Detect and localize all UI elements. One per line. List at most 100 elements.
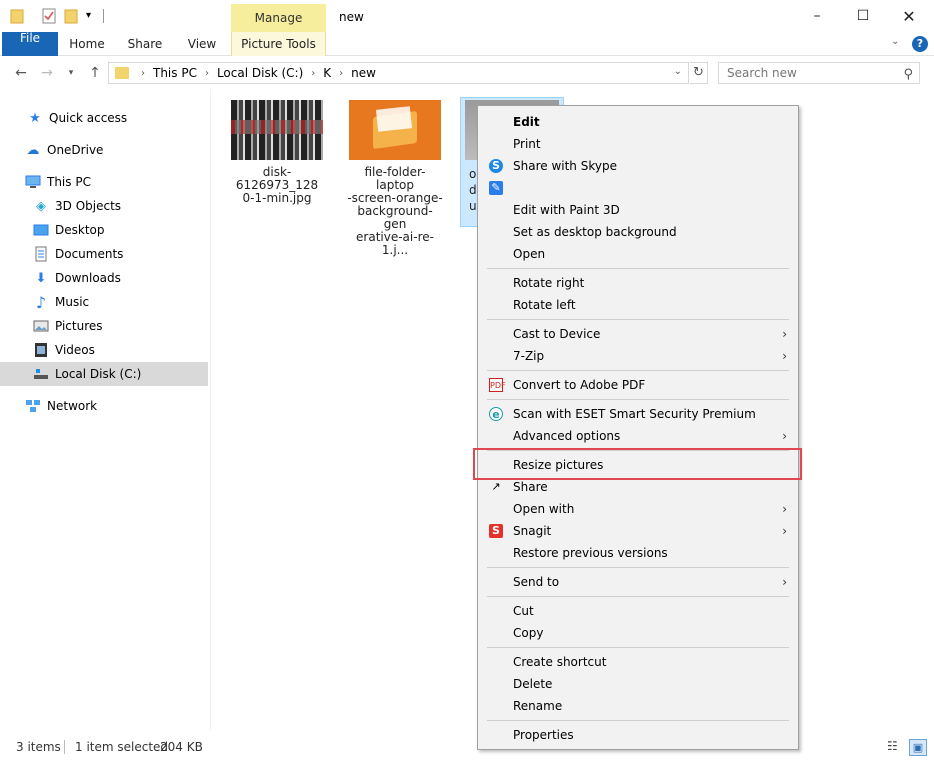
- large-icons-view-icon[interactable]: ▣: [909, 739, 927, 756]
- file-name-line: o: [469, 167, 477, 181]
- menu-item-label: Convert to Adobe PDF: [513, 378, 646, 392]
- pane-divider[interactable]: [210, 90, 211, 730]
- menu-item-label: Advanced options: [513, 429, 621, 443]
- customize-toolbar-icon[interactable]: ▾: [86, 10, 104, 28]
- computer-icon: [25, 174, 41, 190]
- chevron-down-icon[interactable]: ⌄: [891, 36, 899, 47]
- menu-item-cast-to-device[interactable]: Cast to Device ›: [479, 323, 797, 345]
- menu-item-send-to[interactable]: Send to ›: [479, 571, 797, 593]
- tab-home[interactable]: Home: [66, 32, 108, 56]
- breadcrumb-k[interactable]: K: [323, 66, 331, 80]
- title-bar: ▾ Manage new – ☐ ✕: [0, 0, 934, 32]
- menu-item-label: Open with: [513, 502, 575, 516]
- menu-item-create-shortcut[interactable]: Create shortcut: [479, 651, 797, 673]
- menu-item-convert-to-adobe-pdf[interactable]: PDF Convert to Adobe PDF: [479, 374, 797, 396]
- menu-separator: [487, 319, 789, 320]
- sidebar-item-local-disk[interactable]: Local Disk (C:): [0, 362, 208, 386]
- chevron-right-icon: ›: [782, 502, 787, 516]
- properties-icon[interactable]: [42, 8, 60, 26]
- file-item[interactable]: disk-6126973_128 0-1-min.jpg: [229, 100, 325, 205]
- tab-share[interactable]: Share: [124, 32, 166, 56]
- sidebar-item-label: 3D Objects: [55, 199, 122, 213]
- menu-item-scan-with-eset[interactable]: e Scan with ESET Smart Security Premium: [479, 403, 797, 425]
- folder-icon[interactable]: [10, 8, 28, 26]
- highlight-annotation: [473, 448, 802, 480]
- chevron-right-icon: ›: [782, 429, 787, 443]
- forward-arrow-icon[interactable]: →: [38, 63, 56, 83]
- file-name-line: file-folder-laptop: [364, 165, 426, 192]
- breadcrumb-separator: ›: [204, 67, 209, 79]
- tab-picture-tools[interactable]: Picture Tools: [231, 32, 326, 56]
- file-thumbnail: [349, 100, 441, 160]
- sidebar-item-videos[interactable]: Videos: [0, 338, 208, 362]
- menu-item-share-with-skype[interactable]: S Share with Skype: [479, 155, 797, 177]
- address-dropdown-icon[interactable]: ⌄: [674, 66, 682, 77]
- navigation-pane: ★ Quick access ☁ OneDrive This PC ◈ 3D O…: [0, 96, 210, 730]
- help-icon[interactable]: ?: [912, 36, 928, 52]
- desktop-icon: [33, 222, 49, 238]
- menu-item-snagit[interactable]: S Snagit ›: [479, 520, 797, 542]
- tab-view[interactable]: View: [182, 32, 222, 56]
- sidebar-item-documents[interactable]: Documents: [0, 242, 208, 266]
- minimize-button[interactable]: –: [794, 0, 840, 32]
- menu-item-properties[interactable]: Properties: [479, 724, 797, 746]
- sidebar-item-desktop[interactable]: Desktop: [0, 218, 208, 242]
- refresh-icon[interactable]: ↻: [690, 62, 708, 84]
- menu-item-copy[interactable]: Copy: [479, 622, 797, 644]
- menu-item-paint3d-icon-only[interactable]: ✎: [479, 177, 797, 199]
- menu-separator: [487, 596, 789, 597]
- selection-size: 204 KB: [160, 740, 203, 754]
- back-arrow-icon[interactable]: ←: [12, 63, 30, 83]
- sidebar-item-music[interactable]: ♪ Music: [0, 290, 208, 314]
- menu-item-label: Scan with ESET Smart Security Premium: [513, 407, 756, 421]
- address-bar[interactable]: › This PC › Local Disk (C:) › K › new ⌄: [108, 62, 689, 84]
- new-folder-icon[interactable]: [64, 8, 82, 26]
- sidebar-item-label: Desktop: [55, 223, 105, 237]
- close-button[interactable]: ✕: [886, 0, 932, 32]
- menu-item-7-zip[interactable]: 7-Zip ›: [479, 345, 797, 367]
- search-input[interactable]: Search new ⚲: [718, 62, 920, 84]
- paint3d-icon: ✎: [489, 181, 503, 195]
- menu-item-open[interactable]: Open: [479, 243, 797, 265]
- file-item[interactable]: file-folder-laptop -screen-orange- backg…: [347, 100, 443, 257]
- item-count: 3 items: [16, 740, 61, 754]
- sidebar-item-label: Music: [55, 295, 90, 309]
- sidebar-item-3d-objects[interactable]: ◈ 3D Objects: [0, 194, 208, 218]
- menu-item-advanced-options[interactable]: Advanced options ›: [479, 425, 797, 447]
- up-arrow-icon[interactable]: ↑: [86, 63, 104, 83]
- menu-item-restore-previous-versions[interactable]: Restore previous versions: [479, 542, 797, 564]
- sidebar-item-label: Pictures: [55, 319, 103, 333]
- sidebar-item-downloads[interactable]: ⬇ Downloads: [0, 266, 208, 290]
- sidebar-item-pictures[interactable]: Pictures: [0, 314, 208, 338]
- menu-item-edit-with-paint-3d[interactable]: Edit with Paint 3D: [479, 199, 797, 221]
- tab-file[interactable]: File: [2, 32, 58, 56]
- menu-item-print[interactable]: Print: [479, 133, 797, 155]
- menu-separator: [487, 370, 789, 371]
- breadcrumb-local-disk[interactable]: Local Disk (C:): [217, 66, 303, 80]
- breadcrumb-separator: ›: [339, 67, 344, 79]
- details-view-icon[interactable]: ☷: [887, 739, 903, 755]
- breadcrumb-this-pc[interactable]: This PC: [153, 66, 197, 80]
- menu-item-set-desktop-background[interactable]: Set as desktop background: [479, 221, 797, 243]
- menu-item-edit[interactable]: Edit: [479, 111, 797, 133]
- menu-item-delete[interactable]: Delete: [479, 673, 797, 695]
- menu-item-rotate-left[interactable]: Rotate left: [479, 294, 797, 316]
- menu-item-label: Cast to Device: [513, 327, 601, 341]
- menu-item-rename[interactable]: Rename: [479, 695, 797, 717]
- sidebar-item-this-pc[interactable]: This PC: [0, 170, 208, 194]
- pictures-icon: [33, 318, 49, 334]
- sidebar-item-network[interactable]: Network: [0, 394, 208, 418]
- breadcrumb-new[interactable]: new: [351, 66, 376, 80]
- menu-item-cut[interactable]: Cut: [479, 600, 797, 622]
- sidebar-item-onedrive[interactable]: ☁ OneDrive: [0, 138, 208, 162]
- status-divider: [64, 740, 65, 754]
- maximize-button[interactable]: ☐: [840, 0, 886, 32]
- sidebar-item-quick-access[interactable]: ★ Quick access: [0, 106, 208, 130]
- breadcrumb-separator: ›: [311, 67, 316, 79]
- tab-manage[interactable]: Manage: [231, 4, 326, 32]
- menu-item-rotate-right[interactable]: Rotate right: [479, 272, 797, 294]
- music-icon: ♪: [35, 292, 47, 312]
- file-name-line: disk-6126973_128: [235, 165, 319, 192]
- recent-locations-icon[interactable]: ▾: [62, 63, 80, 83]
- menu-item-open-with[interactable]: Open with ›: [479, 498, 797, 520]
